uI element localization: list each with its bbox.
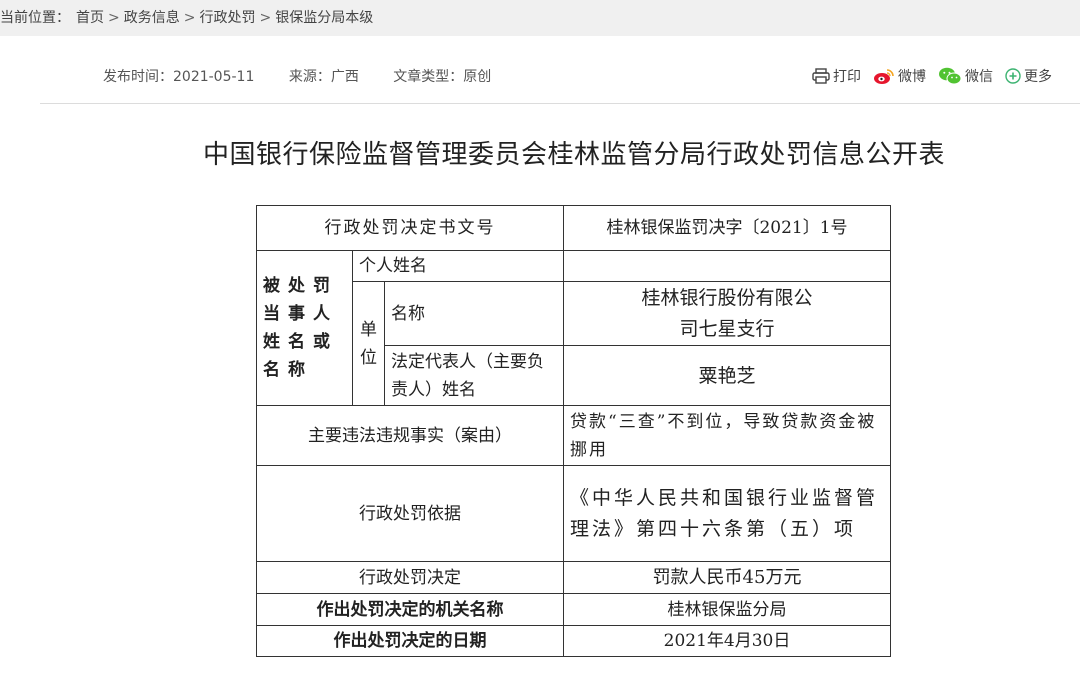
basis-value: 《中华人民共和国银行业监督管理法》第四十六条第（五）项 <box>563 465 892 562</box>
facts-label: 主要违法违规事实（案由） <box>255 405 565 466</box>
penalty-info-table: 行政处罚决定书文号 桂林银保监罚决字〔2021〕1号 被处罚当事人姓名或名称 个… <box>255 205 892 657</box>
article-source: 来源：广西 <box>288 69 359 85</box>
breadcrumb-label: 当前位置： <box>0 10 70 26</box>
wechat-share-button[interactable]: 微信 <box>938 66 993 86</box>
print-label: 打印 <box>833 69 861 85</box>
table-row: 单位 名称 桂林银行股份有限公司七星支行 <box>257 281 892 406</box>
breadcrumb-home-link[interactable]: 首页 <box>76 10 104 26</box>
weibo-label: 微博 <box>898 69 926 85</box>
breadcrumb-penalty-link[interactable]: 行政处罚 <box>199 10 255 26</box>
table-row: 作出处罚决定的日期 2021年4月30日 <box>255 625 892 657</box>
unit-label: 单位 <box>352 281 385 406</box>
page-title: 中国银行保险监督管理委员会桂林监管分局行政处罚信息公开表 <box>202 140 945 170</box>
breadcrumb-separator: > <box>259 10 272 26</box>
table-row: 行政处罚决定 罚款人民币45万元 <box>255 561 892 594</box>
article-type: 文章类型：原创 <box>393 69 492 85</box>
breadcrumb: 当前位置： 首页 > 政务信息 > 行政处罚 > 银保监分局本级 <box>0 0 1080 36</box>
basis-label: 行政处罚依据 <box>255 465 565 562</box>
date-value: 2021年4月30日 <box>563 625 892 657</box>
authority-value: 桂林银保监分局 <box>563 593 892 626</box>
print-button[interactable]: 打印 <box>812 66 861 86</box>
legal-rep-label: 法定代表人（主要负责人）姓名 <box>383 345 565 406</box>
wechat-icon <box>939 67 962 85</box>
more-label: 更多 <box>1024 69 1052 85</box>
table-row: 行政处罚决定书文号 桂林银保监罚决字〔2021〕1号 <box>255 205 892 251</box>
decision-label: 行政处罚决定 <box>255 561 565 594</box>
table-row: 被处罚当事人姓名或名称 个人姓名 <box>256 250 892 406</box>
table-row: 主要违法违规事实（案由） 贷款“三查”不到位，导致贷款资金被挪用 <box>255 405 892 466</box>
unit-name-label: 名称 <box>383 281 565 346</box>
header-divider <box>40 103 1080 104</box>
doc-no-value: 桂林银保监罚决字〔2021〕1号 <box>563 205 892 251</box>
authority-label: 作出处罚决定的机关名称 <box>255 593 565 626</box>
breadcrumb-gov-info-link[interactable]: 政务信息 <box>124 10 180 26</box>
weibo-icon <box>874 68 894 84</box>
party-label: 被处罚当事人姓名或名称 <box>256 250 353 406</box>
breadcrumb-current-link[interactable]: 银保监分局本级 <box>275 10 373 26</box>
wechat-label: 微信 <box>965 69 993 85</box>
table-row: 行政处罚依据 《中华人民共和国银行业监督管理法》第四十六条第（五）项 <box>255 465 892 562</box>
table-row: 作出处罚决定的机关名称 桂林银保监分局 <box>255 593 892 626</box>
legal-rep-value: 粟艳芝 <box>563 345 892 406</box>
publish-time: 发布时间：2021-05-11 <box>103 69 255 85</box>
date-label: 作出处罚决定的日期 <box>255 625 565 657</box>
doc-no-label: 行政处罚决定书文号 <box>255 205 565 251</box>
facts-value: 贷款“三查”不到位，导致贷款资金被挪用 <box>563 405 892 466</box>
breadcrumb-separator: > <box>183 10 196 26</box>
decision-value: 罚款人民币45万元 <box>563 561 892 594</box>
article-meta: 发布时间：2021-05-11 来源：广西 文章类型：原创 <box>103 66 521 86</box>
breadcrumb-separator: > <box>108 10 120 26</box>
printer-icon <box>812 68 830 84</box>
individual-name-value <box>563 250 892 282</box>
more-share-button[interactable]: 更多 <box>1005 66 1052 86</box>
weibo-share-button[interactable]: 微博 <box>873 66 926 86</box>
unit-name-value: 桂林银行股份有限公司七星支行 <box>563 281 892 346</box>
plus-circle-icon <box>1005 68 1021 84</box>
individual-name-label: 个人姓名 <box>351 250 565 282</box>
share-toolbar: 打印 微博 微信 更多 <box>800 66 1052 86</box>
